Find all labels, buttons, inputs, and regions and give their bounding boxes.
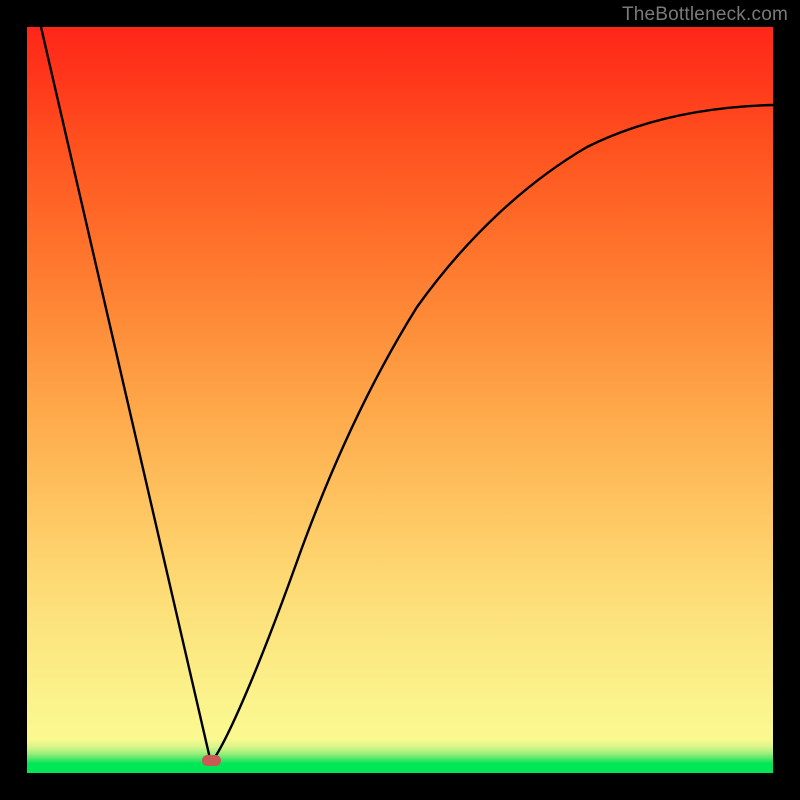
chart-frame: TheBottleneck.com [0, 0, 800, 800]
optimal-marker [202, 755, 221, 766]
plot-area [27, 27, 773, 773]
curve-path [41, 27, 773, 763]
bottleneck-curve [27, 27, 773, 773]
watermark-text: TheBottleneck.com [622, 4, 788, 26]
